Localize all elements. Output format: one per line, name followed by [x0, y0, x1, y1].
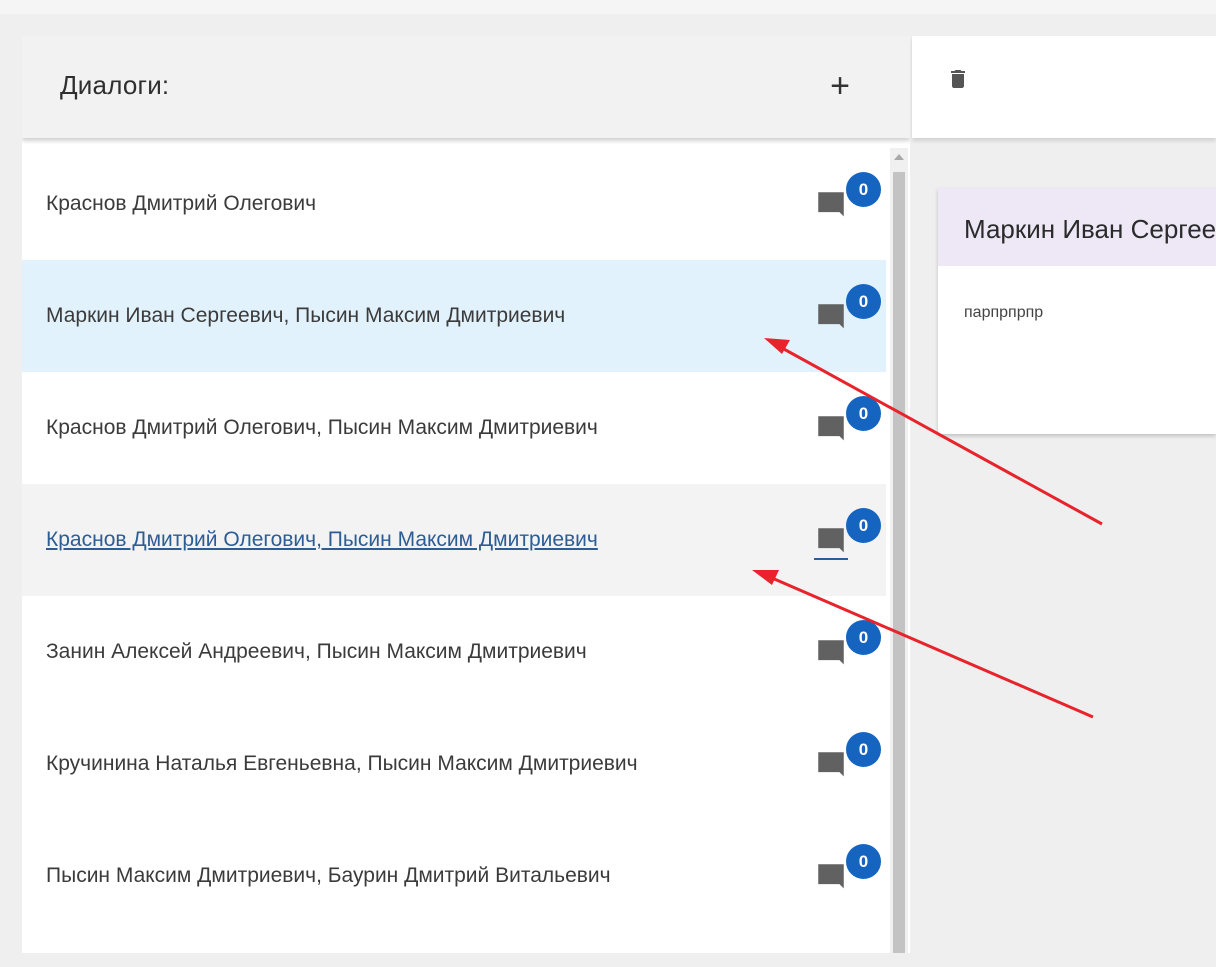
chat-bubble-icon	[814, 528, 848, 560]
chat-bubble-icon	[818, 640, 844, 665]
unread-count-badge: 0	[846, 620, 881, 655]
chat-bubble-icon	[818, 416, 844, 441]
dialog-row[interactable]: Занин Алексей Андреевич, Пысин Максим Дм…	[22, 596, 886, 708]
add-dialog-button[interactable]: +	[820, 64, 860, 108]
unread-count-badge: 0	[846, 172, 881, 207]
message-card-header: Маркин Иван Сергеевич, Пысин Максим Дмит…	[938, 188, 1216, 266]
message-card-title: Маркин Иван Сергеевич, Пысин Максим Дмит…	[964, 214, 1216, 244]
chat-bubble-icon	[818, 304, 844, 329]
message-card: Маркин Иван Сергеевич, Пысин Максим Дмит…	[938, 188, 1216, 434]
chat-bubble-icon	[818, 864, 844, 889]
chat-toolbar	[912, 36, 1216, 138]
dialogs-title: Диалоги:	[60, 70, 170, 100]
message-card-clip: Маркин Иван Сергеевич, Пысин Максим Дмит…	[938, 188, 1216, 434]
scroll-thumb[interactable]	[893, 172, 905, 953]
dialog-label: Краснов Дмитрий Олегович	[46, 192, 317, 215]
chat-bubble-icon	[818, 752, 844, 777]
trash-icon[interactable]	[946, 64, 970, 94]
message-text: парпрпрпр	[964, 304, 1044, 321]
dialogs-list: Краснов Дмитрий Олегович 0 Маркин Иван С…	[22, 148, 886, 932]
dialog-row[interactable]: Краснов Дмитрий Олегович, Пысин Максим Д…	[22, 372, 886, 484]
unread-count-badge: 0	[846, 508, 881, 543]
dialogs-scrollbar[interactable]	[890, 148, 908, 953]
unread-count-badge: 0	[846, 284, 881, 319]
dialogs-panel: Диалоги: + Краснов Дмитрий Олегович 0 Ма…	[22, 36, 910, 953]
dialog-label: Кручинина Наталья Евгеньевна, Пысин Макс…	[46, 752, 638, 775]
dialog-label: Пысин Максим Дмитриевич, Баурин Дмитрий …	[46, 864, 611, 887]
unread-count-badge: 0	[846, 396, 881, 431]
dialogs-header: Диалоги: +	[22, 36, 910, 138]
dialog-row[interactable]: Кручинина Наталья Евгеньевна, Пысин Макс…	[22, 708, 886, 820]
dialog-row[interactable]: Краснов Дмитрий Олегович, Пысин Максим Д…	[22, 484, 886, 596]
dialog-row[interactable]: Маркин Иван Сергеевич, Пысин Максим Дмит…	[22, 260, 886, 372]
scroll-up-arrow-icon[interactable]	[894, 154, 904, 160]
dialog-label: Маркин Иван Сергеевич, Пысин Максим Дмит…	[46, 304, 566, 327]
unread-count-badge: 0	[846, 844, 881, 879]
dialog-row[interactable]: Краснов Дмитрий Олегович 0	[22, 148, 886, 260]
dialog-label: Краснов Дмитрий Олегович, Пысин Максим Д…	[46, 528, 598, 551]
dialog-label: Краснов Дмитрий Олегович, Пысин Максим Д…	[46, 416, 598, 439]
unread-count-badge: 0	[846, 732, 881, 767]
chat-bubble-icon	[818, 192, 844, 217]
dialog-label: Занин Алексей Андреевич, Пысин Максим Дм…	[46, 640, 587, 663]
dialog-row[interactable]: Пысин Максим Дмитриевич, Баурин Дмитрий …	[22, 820, 886, 932]
